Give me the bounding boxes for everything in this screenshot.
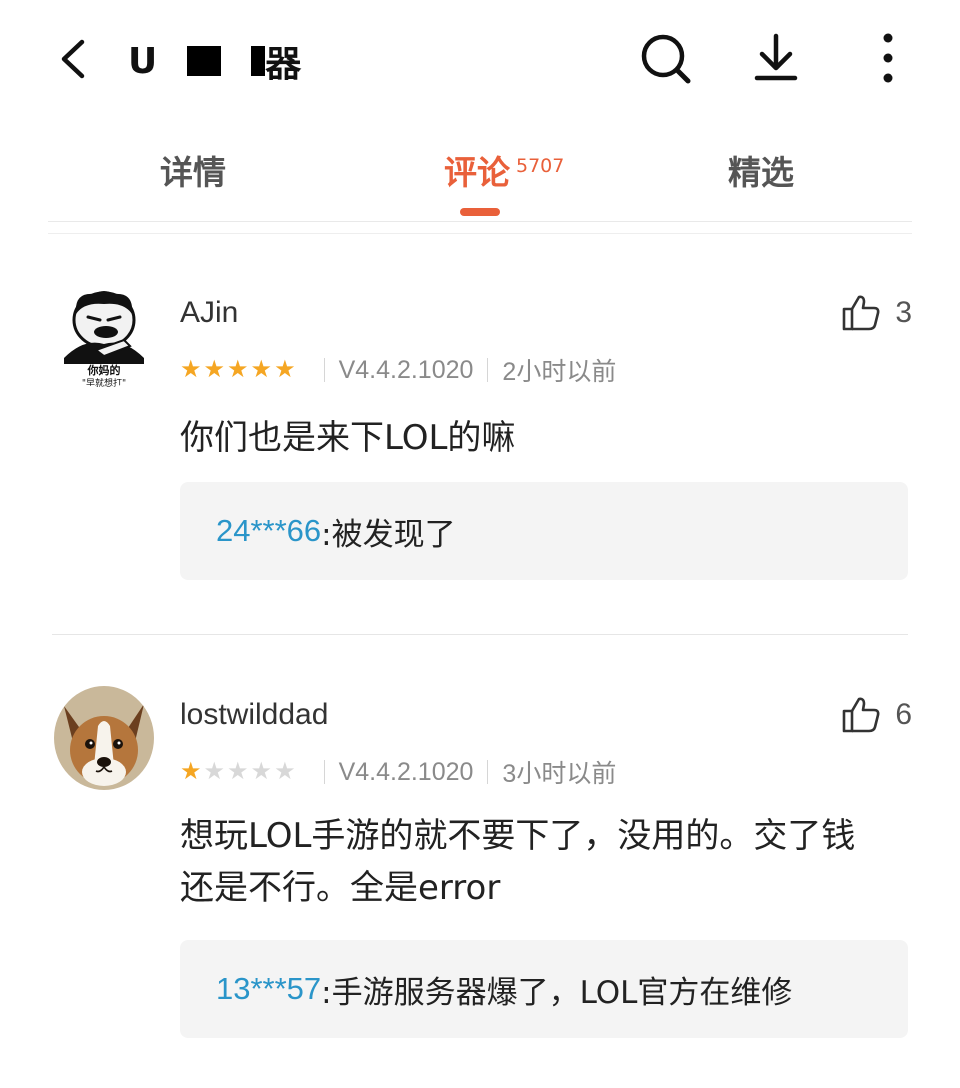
reply-text: :手游服务器爆了，LOL官方在维修 <box>321 974 793 1011</box>
active-tab-indicator <box>460 208 500 216</box>
comment-meta: ★ ★ ★ ★ ★ V4.4.2.1020 2小时以前 <box>180 352 616 388</box>
svg-text:你妈的: 你妈的 <box>87 363 121 377</box>
thumbs-up-icon <box>843 697 880 733</box>
app-version: V4.4.2.1020 <box>338 355 474 384</box>
dog-avatar-image <box>54 686 154 790</box>
star-icon: ★ <box>203 758 226 785</box>
more-icon[interactable] <box>860 30 916 86</box>
comment-text: 想玩LOL手游的就不要下了，没用的。交了钱 还是不行。全是error <box>180 810 912 914</box>
tab-featured[interactable]: 精选 <box>728 146 794 194</box>
star-icon: ★ <box>274 758 296 785</box>
back-icon[interactable] <box>52 36 96 82</box>
top-bar: U 器 <box>0 0 960 120</box>
username[interactable]: lostwilddad <box>180 698 328 732</box>
reply-username[interactable]: 13***57 <box>216 971 321 1007</box>
search-icon[interactable] <box>638 30 694 86</box>
thumbs-up-icon <box>843 295 880 331</box>
username[interactable]: AJin <box>180 296 238 330</box>
meta-separator <box>323 358 325 382</box>
tab-comments[interactable]: 评论 5707 <box>444 146 564 194</box>
comment-meta: ★ ★ ★ ★ ★ V4.4.2.1020 3小时以前 <box>180 754 616 790</box>
star-icon: ★ <box>250 758 273 785</box>
avatar[interactable] <box>54 686 154 790</box>
like-button[interactable]: 6 <box>841 696 912 734</box>
star-icon: ★ <box>180 356 202 383</box>
reply-text: :被发现了 <box>321 516 456 553</box>
app-title: U 器 <box>128 38 302 86</box>
comment-time: 3小时以前 <box>502 760 617 788</box>
comment-text-line: 想玩LOL手游的就不要下了，没用的。交了钱 <box>180 816 856 856</box>
comment-count: 5707 <box>516 155 565 177</box>
reply-username[interactable]: 24***66 <box>216 513 321 549</box>
redaction-block <box>251 46 266 76</box>
rating-stars: ★ ★ ★ ★ ★ <box>180 358 296 382</box>
star-icon: ★ <box>180 758 202 785</box>
comment-text: 你们也是来下LOL的嘛 <box>180 418 516 458</box>
star-icon: ★ <box>274 356 296 383</box>
svg-text:"早就想打": "早就想打" <box>82 377 126 388</box>
star-icon: ★ <box>227 356 249 383</box>
divider <box>48 233 912 234</box>
tab-comments-label: 评论 <box>444 153 510 192</box>
download-icon[interactable] <box>748 30 804 86</box>
star-icon: ★ <box>250 356 273 383</box>
like-count: 3 <box>895 296 912 329</box>
tab-details[interactable]: 详情 <box>160 146 226 194</box>
app-title-start: U <box>128 40 158 82</box>
comment-divider <box>52 634 908 635</box>
like-button[interactable]: 3 <box>841 294 912 332</box>
app-version: V4.4.2.1020 <box>338 757 474 786</box>
reply-box[interactable]: 24***66:被发现了 <box>180 482 908 580</box>
meme-avatar-image: 你妈的 "早就想打" <box>54 284 154 388</box>
redaction-block <box>187 46 222 76</box>
star-icon: ★ <box>203 356 226 383</box>
tab-bar: 详情 评论 5707 精选 <box>48 130 912 222</box>
app-title-end: 器 <box>265 44 302 85</box>
comment-time: 2小时以前 <box>502 358 617 386</box>
meta-separator <box>323 760 325 784</box>
avatar[interactable]: 你妈的 "早就想打" <box>54 284 154 388</box>
meta-separator <box>487 358 489 382</box>
meta-separator <box>487 760 489 784</box>
rating-stars: ★ ★ ★ ★ ★ <box>180 760 296 784</box>
comment-text-line: 还是不行。全是error <box>180 868 501 908</box>
star-icon: ★ <box>227 758 249 785</box>
like-count: 6 <box>895 698 912 731</box>
reply-box[interactable]: 13***57:手游服务器爆了，LOL官方在维修 <box>180 940 908 1038</box>
